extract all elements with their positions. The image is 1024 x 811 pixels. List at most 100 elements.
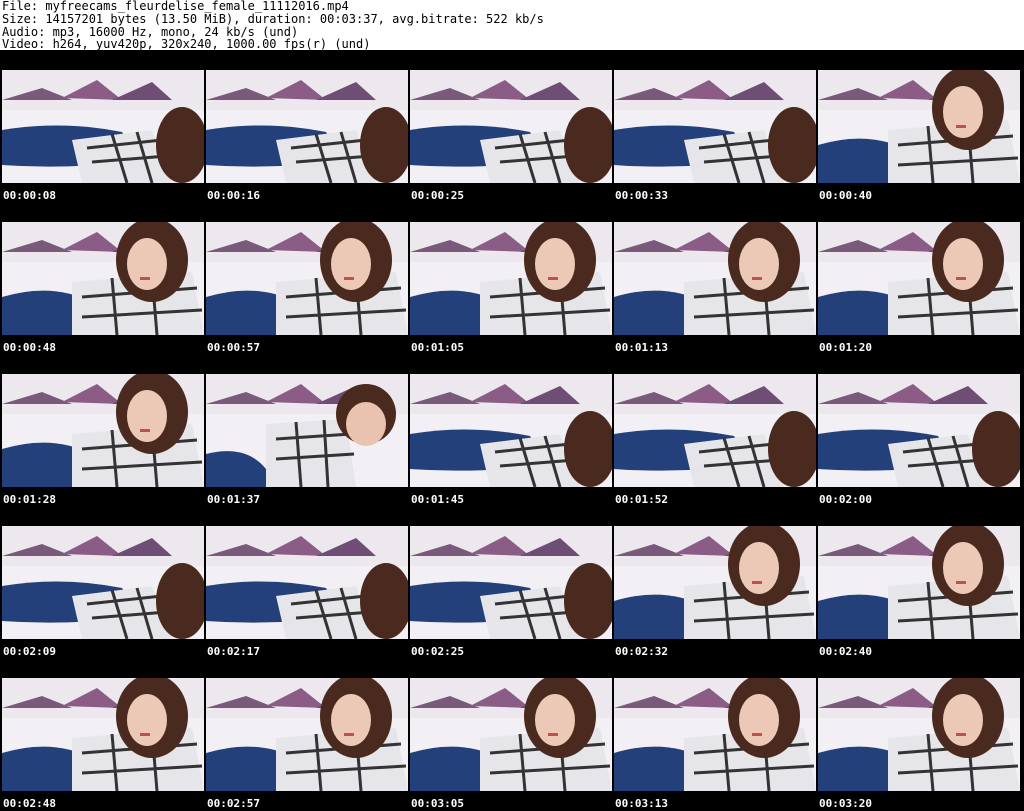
thumbnail-frame: [410, 70, 612, 183]
thumbnail-image: [206, 70, 408, 183]
thumbnail-image: [614, 222, 816, 335]
file-info-header: File: myfreecams_fleurdelise_female_1111…: [0, 0, 1024, 51]
thumbnail-image: [2, 222, 204, 335]
thumbnail-timestamp: 00:02:17: [207, 645, 260, 658]
thumbnail-timestamp: 00:00:16: [207, 189, 260, 202]
thumbnail-timestamp: 00:02:09: [3, 645, 56, 658]
thumbnail-frame: [818, 70, 1020, 183]
thumbnail-image: [818, 678, 1020, 791]
thumbnail-cell: 00:02:48: [0, 658, 204, 810]
thumbnail-frame: [410, 526, 612, 639]
thumbnail-frame: [206, 678, 408, 791]
thumbnail-image: [206, 222, 408, 335]
thumbnail-image: [2, 526, 204, 639]
thumbnail-image: [614, 374, 816, 487]
thumbnail-frame: [614, 70, 816, 183]
thumbnail-frame: [2, 222, 204, 335]
thumbnail-cell: 00:02:25: [408, 506, 612, 658]
thumbnail-frame: [206, 70, 408, 183]
thumbnail-cell: 00:01:13: [612, 202, 816, 354]
thumbnail-frame: [614, 678, 816, 791]
thumbnail-cell: 00:00:40: [816, 50, 1020, 202]
thumbnail-cell: 00:01:20: [816, 202, 1020, 354]
thumbnail-cell: 00:02:57: [204, 658, 408, 810]
thumbnail-cell: 00:03:05: [408, 658, 612, 810]
thumbnail-timestamp: 00:02:57: [207, 797, 260, 810]
thumbnail-image: [818, 526, 1020, 639]
thumbnail-frame: [2, 70, 204, 183]
thumbnail-timestamp: 00:03:13: [615, 797, 668, 810]
thumbnail-timestamp: 00:01:45: [411, 493, 464, 506]
thumbnail-cell: 00:00:16: [204, 50, 408, 202]
thumbnail-image: [818, 374, 1020, 487]
thumbnail-timestamp: 00:00:48: [3, 341, 56, 354]
thumbnail-image: [614, 526, 816, 639]
thumbnail-timestamp: 00:01:13: [615, 341, 668, 354]
thumbnail-image: [614, 678, 816, 791]
thumbnail-frame: [410, 374, 612, 487]
thumbnail-cell: 00:01:05: [408, 202, 612, 354]
thumbnail-frame: [2, 678, 204, 791]
thumbnail-image: [2, 374, 204, 487]
thumbnail-image: [818, 70, 1020, 183]
thumbnail-frame: [410, 678, 612, 791]
thumbnail-cell: 00:01:52: [612, 354, 816, 506]
thumbnail-frame: [410, 222, 612, 335]
thumbnail-timestamp: 00:03:05: [411, 797, 464, 810]
thumbnail-image: [2, 678, 204, 791]
thumbnail-image: [206, 374, 408, 487]
thumbnail-image: [410, 222, 612, 335]
thumbnail-timestamp: 00:01:20: [819, 341, 872, 354]
thumbnail-cell: 00:00:25: [408, 50, 612, 202]
thumbnail-cell: 00:01:45: [408, 354, 612, 506]
thumbnail-frame: [2, 526, 204, 639]
thumbnail-cell: 00:02:32: [612, 506, 816, 658]
thumbnail-image: [410, 70, 612, 183]
thumbnail-image: [206, 678, 408, 791]
thumbnail-cell: 00:00:48: [0, 202, 204, 354]
thumbnail-image: [818, 222, 1020, 335]
thumbnail-frame: [818, 222, 1020, 335]
thumbnail-timestamp: 00:03:20: [819, 797, 872, 810]
thumbnail-cell: 00:00:33: [612, 50, 816, 202]
thumbnail-image: [614, 70, 816, 183]
thumbnail-frame: [614, 526, 816, 639]
thumbnail-timestamp: 00:02:00: [819, 493, 872, 506]
thumbnail-cell: 00:03:20: [816, 658, 1020, 810]
thumbnail-timestamp: 00:02:48: [3, 797, 56, 810]
thumbnail-image: [410, 678, 612, 791]
thumbnail-frame: [206, 526, 408, 639]
thumbnail-frame: [818, 526, 1020, 639]
thumbnail-frame: [206, 222, 408, 335]
thumbnail-cell: 00:00:57: [204, 202, 408, 354]
thumbnail-frame: [614, 374, 816, 487]
thumbnail-frame: [614, 222, 816, 335]
thumbnail-image: [410, 526, 612, 639]
thumbnail-timestamp: 00:02:25: [411, 645, 464, 658]
thumbnail-timestamp: 00:00:40: [819, 189, 872, 202]
thumbnail-cell: 00:02:17: [204, 506, 408, 658]
thumbnail-timestamp: 00:02:32: [615, 645, 668, 658]
thumbnail-timestamp: 00:00:57: [207, 341, 260, 354]
thumbnail-cell: 00:01:28: [0, 354, 204, 506]
thumbnail-timestamp: 00:01:28: [3, 493, 56, 506]
thumbnail-frame: [818, 374, 1020, 487]
thumbnail-cell: 00:00:08: [0, 50, 204, 202]
thumbnail-grid: 00:00:08 00:00:16 00:00:25 00:00:33 00:00:40…: [0, 50, 1024, 811]
thumbnail-image: [410, 374, 612, 487]
thumbnail-timestamp: 00:02:40: [819, 645, 872, 658]
thumbnail-cell: 00:03:13: [612, 658, 816, 810]
thumbnail-timestamp: 00:00:25: [411, 189, 464, 202]
thumbnail-frame: [206, 374, 408, 487]
thumbnail-cell: 00:02:09: [0, 506, 204, 658]
thumbnail-frame: [2, 374, 204, 487]
thumbnail-timestamp: 00:01:52: [615, 493, 668, 506]
thumbnail-timestamp: 00:00:33: [615, 189, 668, 202]
thumbnail-timestamp: 00:01:05: [411, 341, 464, 354]
thumbnail-image: [2, 70, 204, 183]
thumbnail-frame: [818, 678, 1020, 791]
thumbnail-timestamp: 00:00:08: [3, 189, 56, 202]
thumbnail-timestamp: 00:01:37: [207, 493, 260, 506]
thumbnail-cell: 00:01:37: [204, 354, 408, 506]
thumbnail-cell: 00:02:40: [816, 506, 1020, 658]
